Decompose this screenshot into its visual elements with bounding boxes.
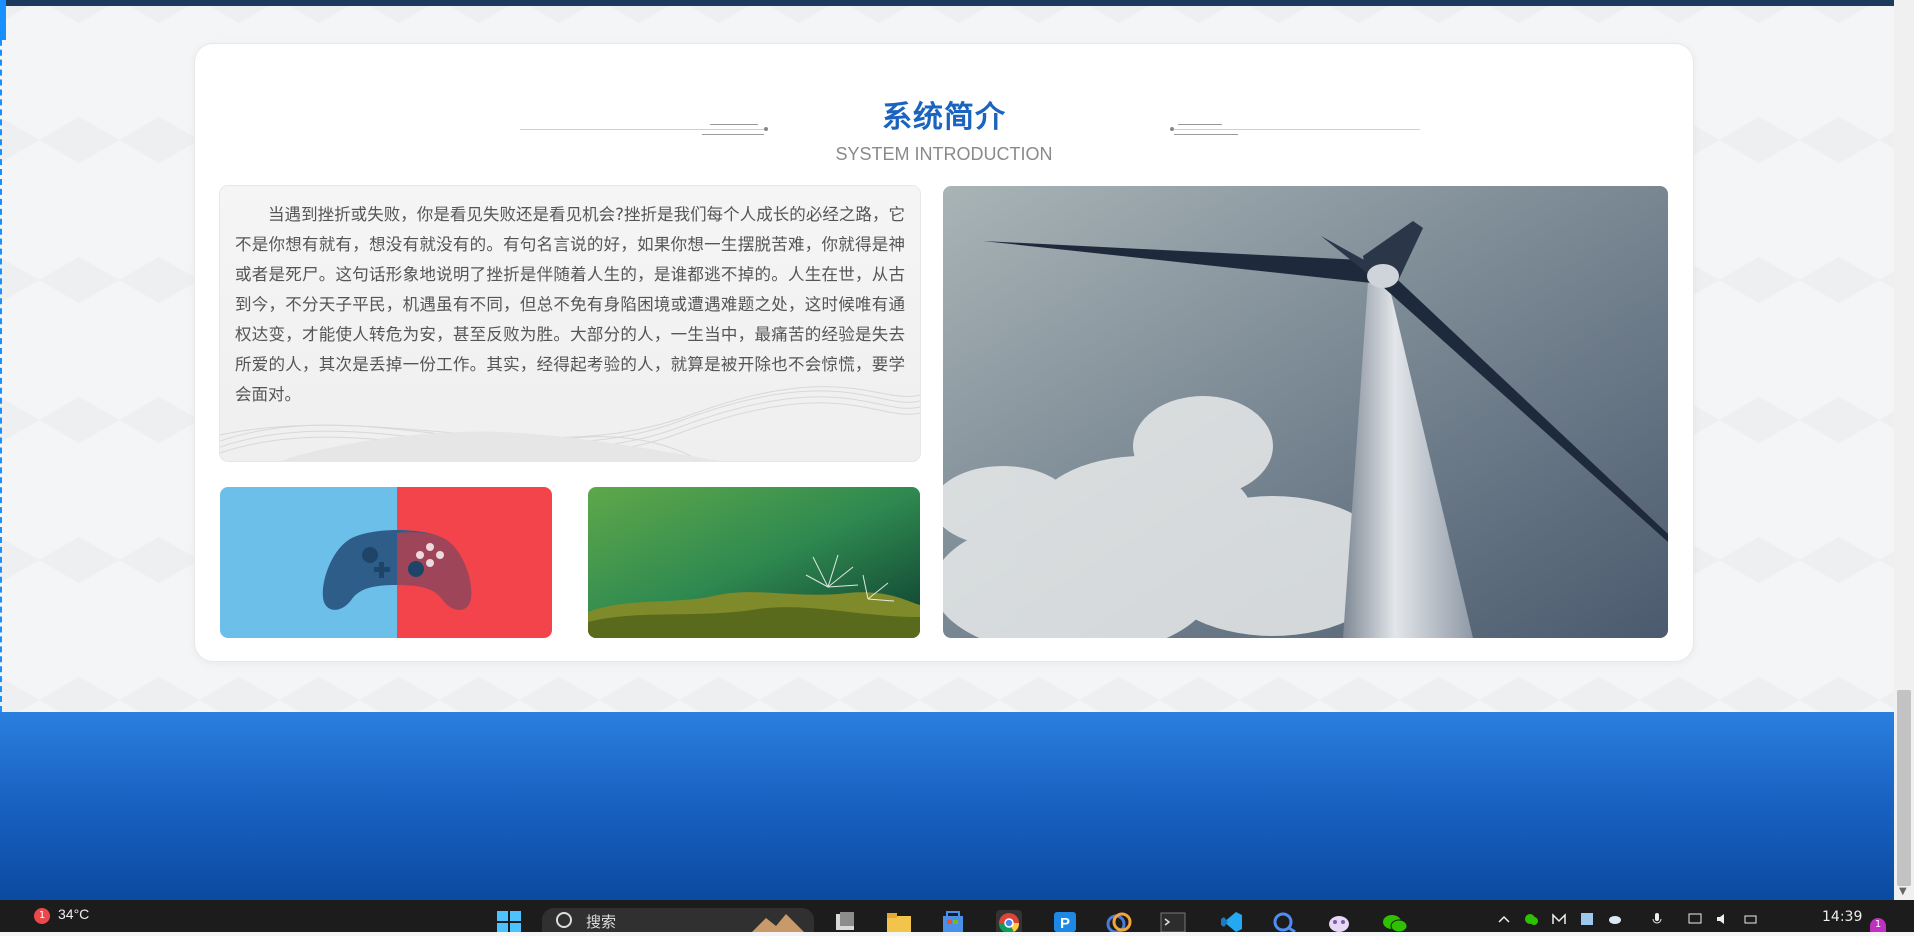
pet-app-icon[interactable] (1326, 910, 1352, 932)
store-icon[interactable] (940, 910, 966, 932)
top-nav-bar-edge (0, 0, 1894, 6)
system-intro-card: 系统简介 SYSTEM INTRODUCTION 当遇到挫折或失败，你是看见失败… (195, 44, 1693, 661)
wechat-icon[interactable] (1382, 910, 1408, 933)
search-label: 搜索 (586, 913, 617, 931)
search-icon (556, 912, 572, 928)
svg-text:P: P (1060, 915, 1070, 932)
file-explorer-icon[interactable] (886, 910, 912, 932)
p-app-icon[interactable]: P (1052, 910, 1078, 932)
intro-text-box: 当遇到挫折或失败，你是看见失败还是看见机会?挫折是我们每个人成长的必经之路，它不… (220, 186, 920, 461)
vscode-icon[interactable] (1218, 910, 1244, 932)
page-viewport: 系统简介 SYSTEM INTRODUCTION 当遇到挫折或失败，你是看见失败… (0, 0, 1894, 900)
taskbar-clock[interactable]: 14:39 (1822, 909, 1862, 925)
scroll-down-arrow-icon[interactable]: ▼ (1899, 886, 1907, 897)
task-view-icon[interactable] (832, 910, 858, 932)
page-footer (0, 712, 1894, 900)
tray-search-icon[interactable] (1580, 912, 1594, 926)
section-subtitle: SYSTEM INTRODUCTION (835, 144, 1053, 164)
search-app-icon[interactable] (1272, 910, 1298, 934)
chrome-icon[interactable] (996, 910, 1022, 934)
start-menu-icon[interactable] (496, 910, 522, 932)
tray-microphone-icon[interactable] (1650, 912, 1664, 926)
tray-wechat-icon[interactable] (1524, 912, 1538, 926)
weather-badge: 1 (34, 908, 50, 924)
tray-mail-icon[interactable] (1552, 912, 1566, 926)
tray-battery-icon[interactable] (1744, 912, 1758, 926)
left-dashed-border (0, 0, 4, 712)
moss-image (588, 487, 920, 638)
tray-chevron-up-icon[interactable] (1497, 912, 1511, 926)
section-title: 系统简介 (882, 100, 1006, 135)
wind-turbine-image (943, 186, 1668, 638)
tray-volume-icon[interactable] (1716, 912, 1730, 926)
terminal-icon[interactable] (1160, 910, 1186, 933)
intro-paragraph: 当遇到挫折或失败，你是看见失败还是看见机会?挫折是我们每个人成长的必经之路，它不… (235, 205, 905, 404)
search-highlight-icon (752, 914, 804, 932)
weather-temperature[interactable]: 34°C (58, 906, 89, 922)
taskbar-search-box[interactable]: 搜索 (542, 908, 814, 932)
section-heading: 系统简介 SYSTEM INTRODUCTION (195, 92, 1693, 165)
colorful-app-icon[interactable] (1106, 910, 1132, 934)
tray-display-icon[interactable] (1688, 912, 1702, 926)
gamepad-image (220, 487, 552, 638)
scrollbar-thumb[interactable] (1897, 690, 1911, 886)
notification-badge[interactable]: 1 (1870, 918, 1886, 932)
tray-cloud-icon[interactable] (1608, 912, 1622, 926)
